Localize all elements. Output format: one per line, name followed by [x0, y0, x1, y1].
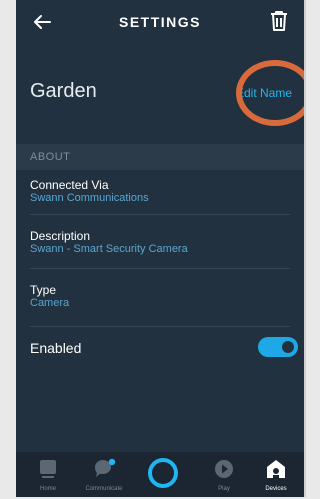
description-label: Description [30, 229, 91, 243]
nav-play-label: Play [218, 486, 230, 492]
nav-communicate[interactable]: Communicate [80, 452, 128, 497]
page-title: SETTINGS [118, 14, 201, 30]
enabled-toggle[interactable] [258, 337, 298, 357]
edit-name-link[interactable]: Edit Name [236, 86, 292, 100]
type-value: Camera [30, 297, 70, 309]
delete-device-button[interactable] [268, 9, 290, 33]
bottom-nav: Home Communicate Play Devices [16, 452, 304, 497]
device-name: Garden [30, 80, 97, 102]
toggle-knob [282, 341, 294, 353]
type-label: Type [30, 283, 57, 297]
home-icon [40, 460, 56, 478]
alexa-ring-icon[interactable] [148, 458, 178, 488]
nav-devices[interactable]: Devices [252, 452, 300, 497]
devices-house-icon [267, 460, 285, 478]
settings-screen: SETTINGS Garden Edit Name ABOUT Connecte… [16, 0, 306, 497]
play-icon [215, 460, 233, 478]
connected-via-value: Swann Communications [30, 192, 149, 204]
about-section-header: ABOUT [16, 144, 304, 170]
divider [30, 214, 290, 215]
about-section-title: ABOUT [30, 151, 71, 163]
divider [30, 326, 290, 327]
nav-communicate-label: Communicate [85, 486, 123, 492]
nav-home[interactable]: Home [24, 452, 72, 497]
connected-via-label: Connected Via [30, 178, 109, 192]
nav-play[interactable]: Play [200, 452, 248, 497]
top-bar: SETTINGS [16, 0, 304, 44]
device-header: Garden Edit Name [16, 58, 304, 138]
nav-home-label: Home [39, 486, 56, 492]
nav-devices-label: Devices [265, 486, 287, 492]
divider [30, 268, 290, 269]
enabled-label: Enabled [30, 340, 82, 356]
trash-icon [271, 11, 287, 31]
description-value: Swann - Smart Security Camera [30, 243, 188, 255]
chat-bubble-icon [95, 458, 116, 477]
